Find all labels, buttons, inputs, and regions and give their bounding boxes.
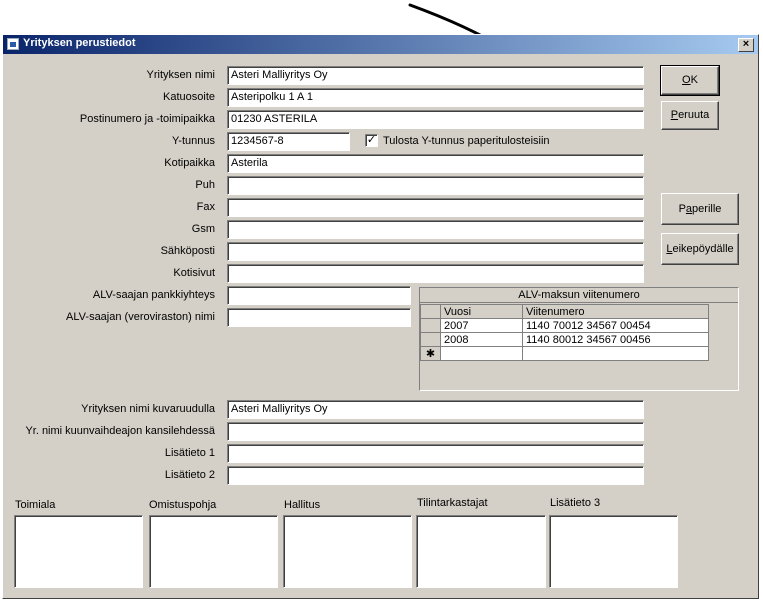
alv-bank-input[interactable] [227, 286, 411, 305]
name-image-input[interactable]: Asteri Malliyritys Oy [227, 400, 644, 419]
grid-header-row: Vuosi Viitenumero [420, 304, 709, 319]
label-industry: Toimiala [15, 499, 56, 511]
grid-cell-year[interactable] [440, 346, 523, 361]
email-input[interactable] [227, 242, 644, 261]
row-selector[interactable] [420, 332, 441, 347]
label-postal: Postinumero ja -toimipaikka [79, 113, 215, 125]
website-input[interactable] [227, 264, 644, 283]
clipboard-button[interactable]: Leikepöydälle [661, 233, 739, 265]
label-name-image: Yrityksen nimi kuvaruudulla [81, 403, 215, 415]
window-title: Yrityksen perustiedot [23, 37, 136, 49]
grid-row[interactable]: 2007 1140 70012 34567 00454 [420, 318, 709, 333]
label-gsm: Gsm [191, 223, 215, 235]
label-ytunnus: Y-tunnus [171, 135, 215, 147]
grid-cell-ref[interactable]: 1140 70012 34567 00454 [522, 318, 709, 333]
label-company-name: Yrityksen nimi [146, 69, 215, 81]
row-selector[interactable] [420, 318, 441, 333]
grid-cell-year[interactable]: 2007 [440, 318, 523, 333]
grid-row[interactable]: 2008 1140 80012 34567 00456 [420, 332, 709, 347]
label-board: Hallitus [284, 499, 321, 511]
close-button[interactable]: × [738, 38, 754, 52]
fax-input[interactable] [227, 198, 644, 217]
label-street: Katuosoite [163, 91, 215, 103]
ytunnus-input[interactable]: 1234567-8 [227, 132, 350, 151]
print-ytunnus-checkbox[interactable]: ✓ [365, 134, 378, 147]
grid-corner [420, 304, 441, 319]
label-extra1: Lisätieto 1 [164, 447, 215, 459]
label-alv-bank: ALV-saajan pankkiyhteys [92, 289, 215, 301]
label-auditors: Tilintarkastajat [417, 497, 488, 509]
label-ownership: Omistuspohja [149, 499, 217, 511]
label-puh: Puh [195, 179, 215, 191]
company-name-input[interactable]: Asteri Malliyritys Oy [227, 66, 644, 85]
alv-name-input[interactable] [227, 308, 411, 327]
extra2-input[interactable] [227, 466, 644, 485]
grid-cell-ref[interactable]: 1140 80012 34567 00456 [522, 332, 709, 347]
postal-input[interactable]: 01230 ASTERILA [227, 110, 644, 129]
grid-title: ALV-maksun viitenumero [420, 288, 738, 303]
extra3-memo[interactable] [549, 515, 678, 588]
alv-reference-grid[interactable]: ALV-maksun viitenumero Vuosi Viitenumero… [419, 287, 739, 391]
label-fax: Fax [196, 201, 215, 213]
print-ytunnus-label[interactable]: Tulosta Y-tunnus paperitulosteisiin [383, 135, 550, 147]
label-website: Kotisivut [173, 267, 215, 279]
label-alv-name: ALV-saajan (veroviraston) nimi [66, 311, 215, 323]
auditors-memo[interactable] [416, 515, 546, 588]
grid-cell-ref[interactable] [522, 346, 709, 361]
grid-table: Vuosi Viitenumero 2007 1140 70012 34567 … [420, 304, 709, 361]
grid-new-row[interactable]: ✱ [420, 346, 709, 361]
street-input[interactable]: Asteripolku 1 A 1 [227, 88, 644, 107]
label-extra3: Lisätieto 3 [550, 497, 601, 509]
paper-button[interactable]: Paperille [661, 193, 739, 225]
board-memo[interactable] [283, 515, 412, 588]
gsm-input[interactable] [227, 220, 644, 239]
window-icon [7, 38, 19, 50]
extra1-input[interactable] [227, 444, 644, 463]
label-name-cover: Yr. nimi kuunvaihdeajon kansilehdessä [25, 425, 215, 437]
grid-cell-year[interactable]: 2008 [440, 332, 523, 347]
grid-header-ref[interactable]: Viitenumero [522, 304, 709, 319]
company-info-dialog: Yrityksen perustiedot × Yrityksen nimi A… [2, 34, 759, 599]
label-extra2: Lisätieto 2 [164, 469, 215, 481]
industry-memo[interactable] [14, 515, 143, 588]
ok-button[interactable]: OK [660, 65, 720, 96]
phone-input[interactable] [227, 176, 644, 195]
title-bar[interactable]: Yrityksen perustiedot × [3, 35, 758, 54]
label-kotipaikka: Kotipaikka [164, 157, 215, 169]
kotipaikka-input[interactable]: Asterila [227, 154, 644, 173]
new-row-asterisk-icon[interactable]: ✱ [420, 346, 441, 361]
ownership-memo[interactable] [149, 515, 278, 588]
grid-header-year[interactable]: Vuosi [440, 304, 523, 319]
label-email: Sähköposti [160, 245, 215, 257]
name-cover-input[interactable] [227, 422, 644, 441]
cancel-button[interactable]: Peruuta [661, 101, 719, 130]
